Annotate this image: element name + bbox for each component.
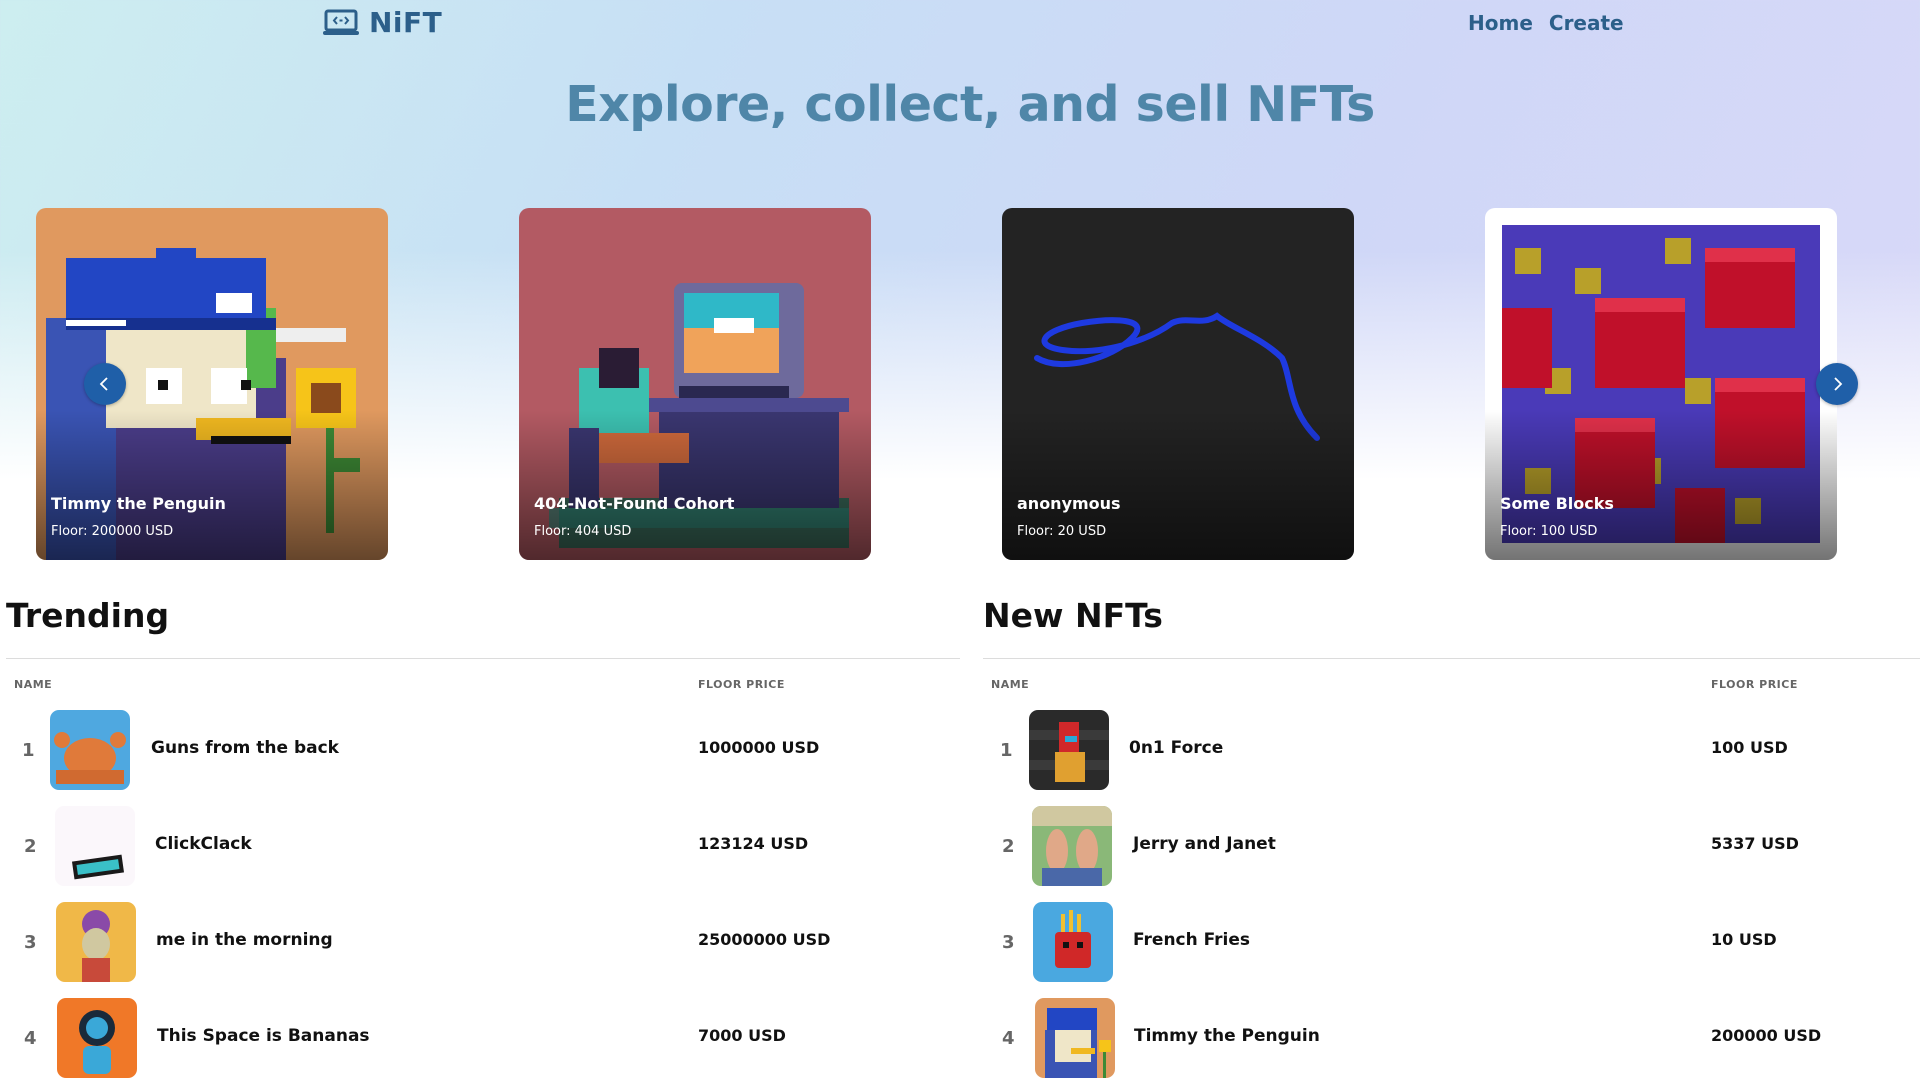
hero-title: Explore, collect, and sell NFTs	[565, 76, 1375, 133]
carousel-card[interactable]: anonymous Floor: 20 USD	[1002, 208, 1354, 560]
table-row[interactable]: 2 ClickClack 123124 USD	[0, 806, 960, 886]
row-name: me in the morning	[156, 930, 333, 950]
nft-thumbnail	[1032, 806, 1112, 886]
row-name: Timmy the Penguin	[1134, 1026, 1320, 1046]
nft-thumbnail	[57, 998, 137, 1078]
card-floor: Floor: 100 USD	[1500, 524, 1598, 539]
table-row[interactable]: 3 me in the morning 25000000 USD	[0, 902, 960, 982]
row-name: ClickClack	[155, 834, 252, 854]
table-row[interactable]: 2 Jerry and Janet 5337 USD	[980, 806, 1920, 886]
row-name: Guns from the back	[151, 738, 339, 758]
carousel-prev-button[interactable]	[84, 363, 126, 405]
column-header-floor-price: FLOOR PRICE	[1711, 678, 1798, 691]
column-header-name: NAME	[14, 678, 53, 691]
row-rank: 3	[1002, 932, 1015, 953]
row-rank: 2	[1002, 836, 1015, 857]
card-name: Timmy the Penguin	[51, 494, 226, 513]
column-header-floor-price: FLOOR PRICE	[698, 678, 785, 691]
card-name: Some Blocks	[1500, 494, 1614, 513]
row-price: 1000000 USD	[698, 738, 820, 757]
carousel-next-button[interactable]	[1816, 363, 1858, 405]
row-rank: 1	[22, 740, 35, 761]
carousel-card[interactable]: 404-Not-Found Cohort Floor: 404 USD	[519, 208, 871, 560]
new-nfts-section: New NFTs	[983, 596, 1920, 659]
row-rank: 1	[1000, 740, 1013, 761]
main-nav: Home Create	[1468, 11, 1624, 35]
logo-text: NiFT	[369, 6, 443, 39]
row-price: 25000000 USD	[698, 930, 831, 949]
nft-thumbnail	[1033, 902, 1113, 982]
divider	[6, 658, 960, 659]
row-name: This Space is Bananas	[157, 1026, 370, 1046]
card-floor: Floor: 20 USD	[1017, 524, 1107, 539]
table-row[interactable]: 3 French Fries 10 USD	[980, 902, 1920, 982]
divider	[983, 658, 1920, 659]
row-name: 0n1 Force	[1129, 738, 1224, 758]
card-name: anonymous	[1017, 494, 1121, 513]
featured-carousel: Timmy the Penguin Floor: 200000 USD 404-…	[0, 208, 1920, 560]
nft-thumbnail	[1035, 998, 1115, 1078]
chevron-left-icon	[99, 377, 108, 391]
table-row[interactable]: 4 This Space is Bananas 7000 USD	[0, 998, 960, 1078]
row-price: 10 USD	[1711, 930, 1777, 949]
row-name: Jerry and Janet	[1133, 834, 1276, 854]
page: NiFT Home Create Explore, collect, and s…	[0, 0, 1920, 1080]
row-rank: 3	[24, 932, 37, 953]
nav-home-link[interactable]: Home	[1468, 11, 1533, 35]
table-row[interactable]: 1 0n1 Force 100 USD	[980, 710, 1920, 790]
section-title: Trending	[6, 596, 170, 635]
row-rank: 2	[24, 836, 37, 857]
trending-section: Trending	[6, 596, 960, 659]
row-price: 200000 USD	[1711, 1026, 1822, 1045]
row-name: French Fries	[1133, 930, 1251, 950]
table-row[interactable]: 4 Timmy the Penguin 200000 USD	[980, 998, 1920, 1078]
table-row[interactable]: 1 Guns from the back 1000000 USD	[0, 710, 960, 790]
card-floor: Floor: 200000 USD	[51, 524, 174, 539]
row-price: 7000 USD	[698, 1026, 786, 1045]
chevron-right-icon	[1834, 377, 1843, 391]
row-price: 5337 USD	[1711, 834, 1799, 853]
nft-thumbnail	[1029, 710, 1109, 790]
top-bar: NiFT Home Create	[0, 0, 1920, 48]
column-header-name: NAME	[991, 678, 1030, 691]
nav-create-link[interactable]: Create	[1549, 11, 1624, 35]
laptop-code-icon	[323, 9, 359, 35]
nft-thumbnail	[56, 902, 136, 982]
row-price: 100 USD	[1711, 738, 1788, 757]
row-price: 123124 USD	[698, 834, 809, 853]
card-name: 404-Not-Found Cohort	[534, 494, 735, 513]
section-title: New NFTs	[983, 596, 1163, 635]
carousel-card[interactable]: Some Blocks Floor: 100 USD	[1485, 208, 1837, 560]
row-rank: 4	[24, 1028, 37, 1049]
nft-thumbnail	[50, 710, 130, 790]
card-floor: Floor: 404 USD	[534, 524, 632, 539]
row-rank: 4	[1002, 1028, 1015, 1049]
logo[interactable]: NiFT	[323, 6, 442, 39]
nft-thumbnail	[55, 806, 135, 886]
